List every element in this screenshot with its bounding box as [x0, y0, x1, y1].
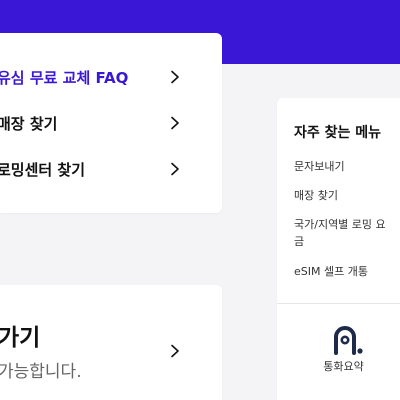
link-label: 매장 찾기: [0, 114, 58, 133]
call-summary-icon[interactable]: [332, 325, 366, 355]
promo-card[interactable]: 가기 가능합니다.: [0, 285, 222, 400]
link-usim-faq[interactable]: 유심 무료 교체 FAQ: [0, 54, 222, 100]
call-summary-label[interactable]: 통화요약: [277, 358, 400, 374]
link-label: 로밍센터 찾기: [0, 160, 86, 179]
chevron-right-icon: [171, 116, 179, 130]
promo-subtitle: 가능합니다.: [0, 362, 82, 382]
menu-item-send-sms[interactable]: 문자보내기: [294, 158, 394, 175]
menu-item-esim-activation[interactable]: eSIM 셀프 개통: [294, 263, 394, 280]
link-roaming-center[interactable]: 로밍센터 찾기: [0, 146, 222, 192]
link-store-finder[interactable]: 매장 찾기: [0, 100, 222, 146]
chevron-right-icon: [171, 344, 179, 358]
frequent-menu-title: 자주 찾는 메뉴: [294, 125, 382, 141]
chevron-right-icon: [171, 70, 179, 84]
menu-item-roaming-rates[interactable]: 국가/지역별 로밍 요금: [294, 216, 394, 250]
frequent-menu-panel: 자주 찾는 메뉴 문자보내기 매장 찾기 국가/지역별 로밍 요금 eSIM 셀…: [277, 98, 400, 400]
chevron-right-icon: [171, 162, 179, 176]
divider: [277, 303, 400, 304]
link-label: 유심 무료 교체 FAQ: [0, 68, 129, 87]
quick-links-card: 유심 무료 교체 FAQ 매장 찾기 로밍센터 찾기: [0, 33, 222, 213]
menu-item-store-finder[interactable]: 매장 찾기: [294, 187, 394, 204]
promo-title: 가기: [0, 325, 41, 351]
